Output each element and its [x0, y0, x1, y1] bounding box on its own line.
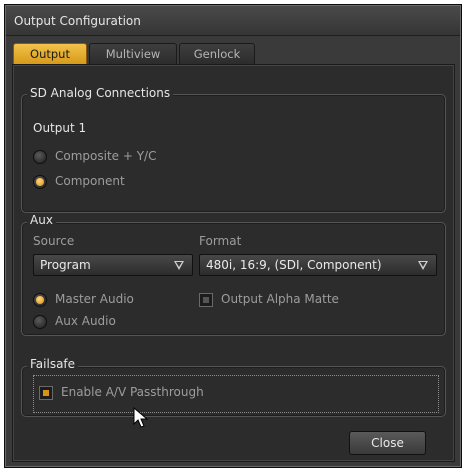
source-select-value: Program [40, 258, 91, 272]
format-label: Format [199, 234, 242, 248]
failsafe-legend: Failsafe [27, 357, 79, 371]
output-configuration-window: Output Configuration Output Multiview Ge… [4, 4, 462, 468]
title-bar[interactable]: Output Configuration [6, 6, 460, 36]
enable-passthrough-label[interactable]: Enable A/V Passthrough [61, 385, 204, 399]
master-audio-label[interactable]: Master Audio [55, 292, 134, 306]
source-select[interactable]: Program [33, 254, 193, 276]
aux-legend: Aux [27, 213, 56, 227]
tab-genlock[interactable]: Genlock [179, 43, 255, 65]
sd-analog-legend: SD Analog Connections [27, 86, 174, 100]
tab-output[interactable]: Output [13, 43, 87, 65]
enable-passthrough-checkbox[interactable] [39, 386, 53, 400]
output-alpha-matte-checkbox[interactable] [199, 293, 213, 307]
master-audio-radio[interactable] [33, 293, 47, 307]
window-title: Output Configuration [14, 14, 141, 28]
composite-label[interactable]: Composite + Y/C [55, 149, 156, 163]
composite-radio[interactable] [33, 150, 47, 164]
tab-multiview[interactable]: Multiview [89, 43, 177, 65]
aux-audio-radio[interactable] [33, 315, 47, 329]
mouse-pointer-icon [133, 407, 149, 428]
aux-audio-label[interactable]: Aux Audio [55, 314, 116, 328]
output-alpha-matte-label[interactable]: Output Alpha Matte [221, 292, 339, 306]
component-radio[interactable] [33, 175, 47, 189]
source-label: Source [33, 234, 75, 248]
output-1-label: Output 1 [33, 121, 87, 135]
output-tab-panel: SD Analog Connections Output 1 Composite… [12, 64, 455, 462]
chevron-down-icon [174, 261, 184, 270]
chevron-down-icon [418, 261, 428, 270]
close-button[interactable]: Close [349, 431, 426, 455]
format-select[interactable]: 480i, 16:9, (SDI, Component) [199, 254, 437, 276]
format-select-value: 480i, 16:9, (SDI, Component) [206, 258, 382, 272]
component-label[interactable]: Component [55, 174, 125, 188]
